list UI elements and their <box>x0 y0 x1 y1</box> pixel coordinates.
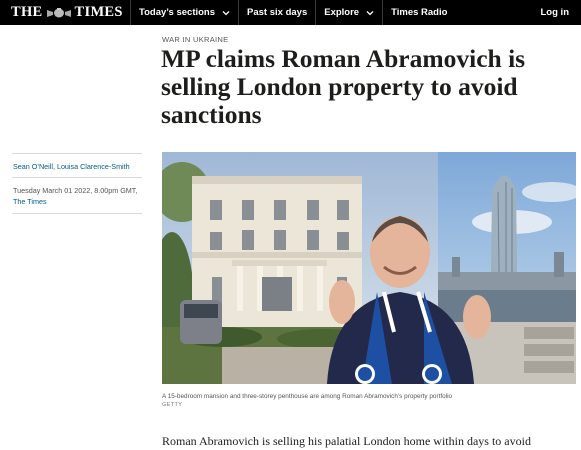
login-link[interactable]: Log in <box>541 0 570 25</box>
section-label[interactable]: WAR IN UKRAINE <box>162 35 228 44</box>
the-times-logo[interactable]: THE TIMES <box>0 0 130 25</box>
image-credit: GETTY <box>162 402 183 408</box>
nav-explore-label: Explore <box>324 7 360 18</box>
publish-date: Tuesday March 01 2022, 8.00pm GMT, <box>13 186 138 195</box>
lead-image-illustration <box>162 152 576 384</box>
nav-explore[interactable]: Explore <box>315 0 382 25</box>
logo-text-times: TIMES <box>74 4 123 20</box>
divider <box>12 153 142 154</box>
nav-past-six-days-label: Past six days <box>247 7 308 18</box>
image-caption: A 15-bedroom mansion and three-storey pe… <box>162 393 453 400</box>
divider <box>12 177 142 178</box>
article-authors[interactable]: Sean O’Neill, Louisa Clarence-Smith <box>13 162 130 171</box>
nav-times-radio[interactable]: Times Radio <box>382 0 455 25</box>
top-navigation-bar: THE TIMES Today’s sections Past six days… <box>0 0 581 25</box>
nav-times-radio-label: Times Radio <box>391 7 448 18</box>
logo-text-the: THE <box>11 4 43 20</box>
publication-name[interactable]: The Times <box>13 197 143 208</box>
nav-past-six-days[interactable]: Past six days <box>238 0 315 25</box>
article-headline: MP claims Roman Abramovich is selling Lo… <box>161 44 526 129</box>
chevron-down-icon <box>366 10 374 15</box>
nav-todays-sections[interactable]: Today’s sections <box>130 0 238 25</box>
article-body-first-line: Roman Abramovich is selling his palatial… <box>162 434 531 448</box>
crest-icon <box>46 7 71 17</box>
chevron-down-icon <box>222 10 230 15</box>
lead-image <box>162 152 576 384</box>
divider <box>12 213 142 214</box>
article-dateline: Tuesday March 01 2022, 8.00pm GMT, The T… <box>13 186 143 207</box>
nav-todays-sections-label: Today’s sections <box>139 7 216 18</box>
